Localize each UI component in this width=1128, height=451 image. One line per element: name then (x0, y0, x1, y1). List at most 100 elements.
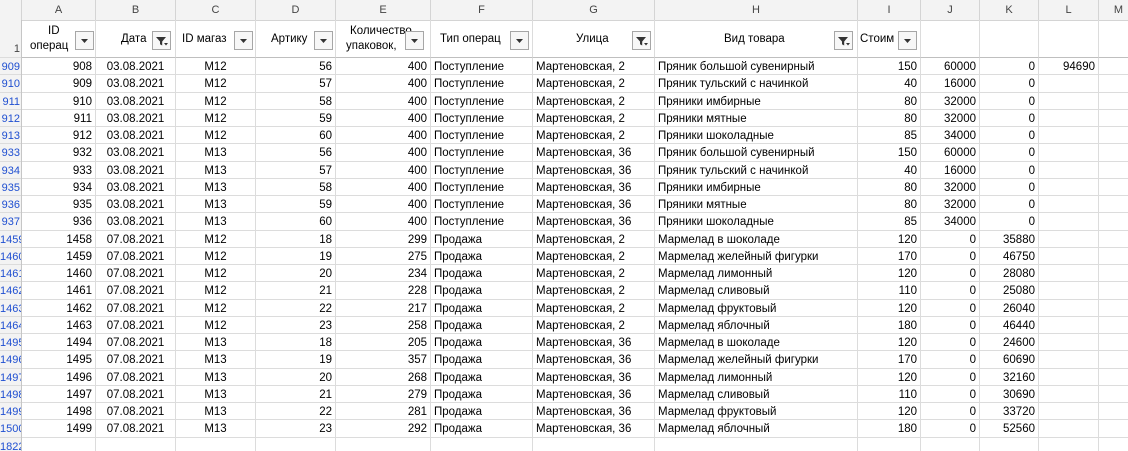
cell-i[interactable]: 180 (858, 420, 921, 438)
cell-k[interactable]: 0 (980, 92, 1039, 110)
cell-l[interactable] (1039, 265, 1099, 283)
cell-i[interactable]: 120 (858, 334, 921, 352)
cell-h[interactable]: Пряник тульский с начинкой (655, 161, 858, 179)
cell-g[interactable]: Мартеновская, 2 (533, 109, 655, 127)
cell-d[interactable]: 23 (256, 316, 336, 334)
cell-c[interactable]: M12 (176, 92, 256, 110)
cell-a[interactable]: 1499 (22, 420, 96, 438)
cell-g[interactable]: Мартеновская, 2 (533, 247, 655, 265)
spreadsheet-grid[interactable]: ABCDEFGHIJKLM 1 909 910 911 912 913 933 934 935 9… (0, 0, 1128, 451)
cell-b[interactable]: 07.08.2021 (96, 299, 176, 317)
cell-j[interactable]: 32000 (921, 178, 980, 196)
filter-button-a[interactable] (75, 31, 94, 50)
cell-d[interactable]: 22 (256, 403, 336, 421)
cell-m[interactable] (1099, 75, 1128, 93)
row-number[interactable]: 1463 (0, 300, 21, 317)
cell-i[interactable]: 80 (858, 178, 921, 196)
cell-l[interactable] (1039, 403, 1099, 421)
cell-k[interactable]: 35880 (980, 230, 1039, 248)
cell-g[interactable]: Мартеновская, 36 (533, 351, 655, 369)
cell-d[interactable]: 20 (256, 265, 336, 283)
cell-i[interactable]: 180 (858, 316, 921, 334)
cell-i[interactable]: 120 (858, 403, 921, 421)
cell-g[interactable]: Мартеновская, 36 (533, 420, 655, 438)
cell-i[interactable]: 120 (858, 230, 921, 248)
cell-d[interactable]: 23 (256, 420, 336, 438)
cell-i[interactable]: 80 (858, 92, 921, 110)
cell-j[interactable]: 0 (921, 282, 980, 300)
cell-d[interactable]: 60 (256, 213, 336, 231)
cell-a[interactable]: 911 (22, 109, 96, 127)
cell-h[interactable]: Мармелад в шоколаде (655, 230, 858, 248)
cell-a[interactable]: 934 (22, 178, 96, 196)
cell-h[interactable]: Мармелад лимонный (655, 265, 858, 283)
cell-d[interactable]: 57 (256, 75, 336, 93)
cell-b[interactable]: 07.08.2021 (96, 316, 176, 334)
cell-k[interactable]: 0 (980, 75, 1039, 93)
row-number[interactable]: 1461 (0, 265, 21, 283)
cell-a[interactable]: 1461 (22, 282, 96, 300)
cell-e[interactable]: 268 (336, 368, 431, 386)
cell-a[interactable]: 1497 (22, 385, 96, 403)
cell-e[interactable]: 281 (336, 403, 431, 421)
cell-f[interactable]: Продажа (431, 385, 533, 403)
cell-d[interactable]: 60 (256, 127, 336, 145)
cell-a[interactable]: 909 (22, 75, 96, 93)
cell-b[interactable]: 07.08.2021 (96, 282, 176, 300)
cell-c[interactable]: M13 (176, 420, 256, 438)
row-number[interactable]: 911 (0, 93, 21, 110)
cell-a[interactable]: 1459 (22, 247, 96, 265)
cell-f[interactable]: Поступление (431, 196, 533, 214)
filter-button-b[interactable] (152, 31, 171, 50)
cell-f[interactable]: Поступление (431, 161, 533, 179)
cell-j[interactable]: 32000 (921, 92, 980, 110)
cell-k[interactable]: 46750 (980, 247, 1039, 265)
cell-g[interactable]: Мартеновская, 36 (533, 403, 655, 421)
cell-a[interactable]: 1498 (22, 403, 96, 421)
cell-e[interactable]: 400 (336, 75, 431, 93)
cell-a[interactable]: 936 (22, 213, 96, 231)
cell-f[interactable]: Поступление (431, 92, 533, 110)
cell-l[interactable] (1039, 230, 1099, 248)
cell-d[interactable]: 19 (256, 351, 336, 369)
cell-b[interactable]: 07.08.2021 (96, 351, 176, 369)
cell-g[interactable]: Мартеновская, 36 (533, 196, 655, 214)
cell-c[interactable]: M13 (176, 161, 256, 179)
cell-g[interactable]: Мартеновская, 36 (533, 213, 655, 231)
cell-k[interactable]: 24600 (980, 334, 1039, 352)
cell-b[interactable]: 03.08.2021 (96, 213, 176, 231)
cell-b[interactable]: 03.08.2021 (96, 196, 176, 214)
column-header-h[interactable]: H (655, 0, 858, 20)
cell-h[interactable]: Пряники шоколадные (655, 127, 858, 145)
cell-f[interactable]: Поступление (431, 178, 533, 196)
cell-d[interactable]: 21 (256, 385, 336, 403)
row-number[interactable]: 934 (0, 162, 21, 179)
cell-g[interactable]: Мартеновская, 2 (533, 127, 655, 145)
row-number[interactable]: 1499 (0, 403, 21, 421)
cell-k[interactable]: 0 (980, 109, 1039, 127)
cell-m[interactable] (1099, 127, 1128, 145)
cell-b[interactable]: 03.08.2021 (96, 75, 176, 93)
cell-e[interactable]: 217 (336, 299, 431, 317)
column-header-l[interactable]: L (1039, 0, 1099, 20)
cell-m[interactable] (1099, 110, 1128, 127)
cell-i[interactable]: 150 (858, 144, 921, 162)
cell-g[interactable]: Мартеновская, 36 (533, 178, 655, 196)
cell-g[interactable]: Мартеновская, 36 (533, 144, 655, 162)
cell-l[interactable] (1039, 75, 1099, 93)
cell-e[interactable]: 400 (336, 196, 431, 214)
cell-j[interactable]: 32000 (921, 196, 980, 214)
cell-c[interactable]: M13 (176, 385, 256, 403)
cell-b[interactable]: 07.08.2021 (96, 230, 176, 248)
cell-b[interactable]: 03.08.2021 (96, 92, 176, 110)
cell-e[interactable]: 400 (336, 144, 431, 162)
cell-k[interactable]: 30690 (980, 385, 1039, 403)
cell-e[interactable]: 400 (336, 213, 431, 231)
select-all-corner[interactable] (0, 0, 22, 20)
cell-c[interactable]: M12 (176, 127, 256, 145)
cell-l[interactable] (1039, 144, 1099, 162)
cell-h[interactable]: Пряники шоколадные (655, 213, 858, 231)
cell-f[interactable]: Продажа (431, 351, 533, 369)
cell-h[interactable]: Мармелад яблочный (655, 316, 858, 334)
cell-l[interactable] (1039, 316, 1099, 334)
